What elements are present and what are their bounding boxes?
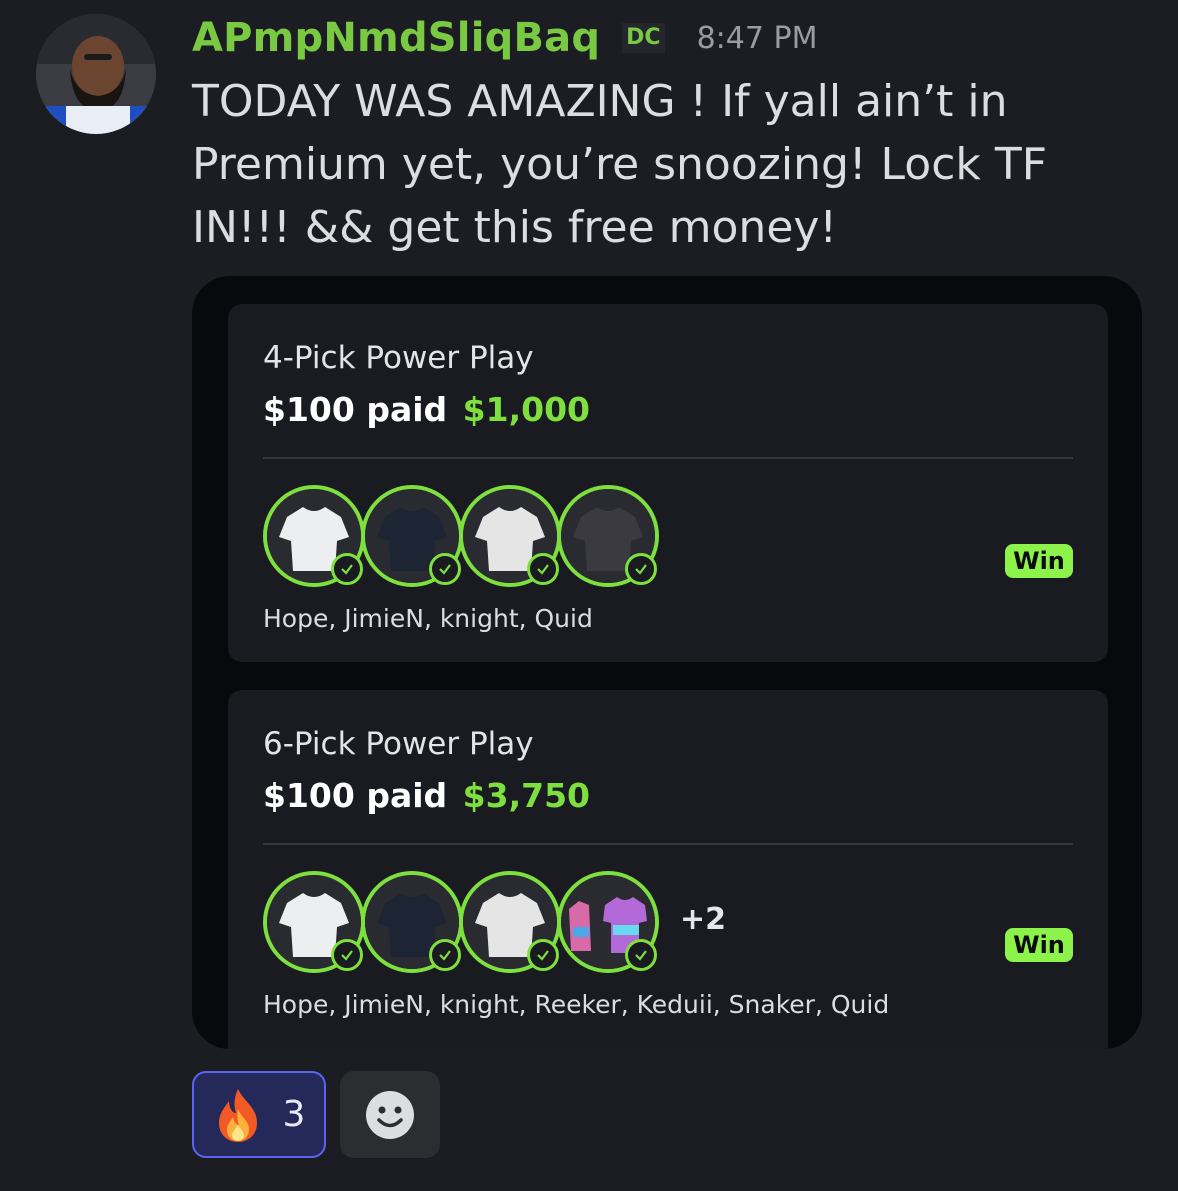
check-icon — [331, 939, 363, 971]
player-jersey-icon — [459, 871, 561, 973]
check-icon — [527, 939, 559, 971]
entry-title: 4-Pick Power Play — [263, 340, 534, 376]
player-jersey-icon — [459, 485, 561, 587]
entry-card: 6-Pick Power Play $100 paid $3,750 +2 Wi… — [228, 690, 1108, 1049]
check-icon — [625, 553, 657, 585]
attached-image[interactable]: 4-Pick Power Play $100 paid $1,000 Win H… — [192, 276, 1142, 1049]
player-jersey-icon — [361, 871, 463, 973]
entry-payout: $100 paid $1,000 — [263, 390, 590, 429]
message-header: APmpNmdSliqBaq DC 8:47 PM — [192, 10, 817, 66]
player-jersey-icon — [361, 485, 463, 587]
won-amount: $1,000 — [462, 390, 591, 429]
check-icon — [625, 939, 657, 971]
message-timestamp: 8:47 PM — [696, 20, 818, 56]
player-names: Hope, JimieN, knight, Reeker, Keduii, Sn… — [263, 990, 890, 1019]
reaction-fire[interactable]: 3 — [192, 1071, 326, 1158]
check-icon — [331, 553, 363, 585]
author-name[interactable]: APmpNmdSliqBaq — [192, 15, 600, 61]
avatar-image — [36, 14, 156, 134]
player-avatars — [263, 485, 683, 587]
fire-icon — [218, 1088, 257, 1142]
player-jersey-icon — [557, 871, 659, 973]
server-tag-badge[interactable]: DC — [622, 23, 665, 53]
avatar[interactable] — [36, 14, 156, 134]
smiley-icon — [366, 1090, 414, 1139]
win-badge: Win — [1005, 544, 1073, 578]
reactions-bar: 3 — [192, 1071, 440, 1158]
player-jersey-icon — [263, 485, 365, 587]
message-content: TODAY WAS AMAZING ! If yall ain’t in Pre… — [192, 76, 1048, 253]
entry-payout: $100 paid $3,750 — [263, 776, 590, 815]
divider — [263, 457, 1073, 459]
check-icon — [429, 939, 461, 971]
check-icon — [527, 553, 559, 585]
win-badge: Win — [1005, 928, 1073, 962]
paid-label: $100 paid — [263, 390, 448, 429]
paid-label: $100 paid — [263, 776, 448, 815]
more-players-count: +2 — [680, 902, 727, 937]
add-reaction-button[interactable] — [340, 1071, 440, 1158]
player-avatars — [263, 871, 683, 973]
player-jersey-icon — [557, 485, 659, 587]
player-names: Hope, JimieN, knight, Quid — [263, 604, 593, 633]
reaction-count: 3 — [282, 1094, 306, 1135]
entry-title: 6-Pick Power Play — [263, 726, 534, 762]
entry-card: 4-Pick Power Play $100 paid $1,000 Win H… — [228, 304, 1108, 662]
player-jersey-icon — [263, 871, 365, 973]
won-amount: $3,750 — [462, 776, 591, 815]
check-icon — [429, 553, 461, 585]
divider — [263, 843, 1073, 845]
